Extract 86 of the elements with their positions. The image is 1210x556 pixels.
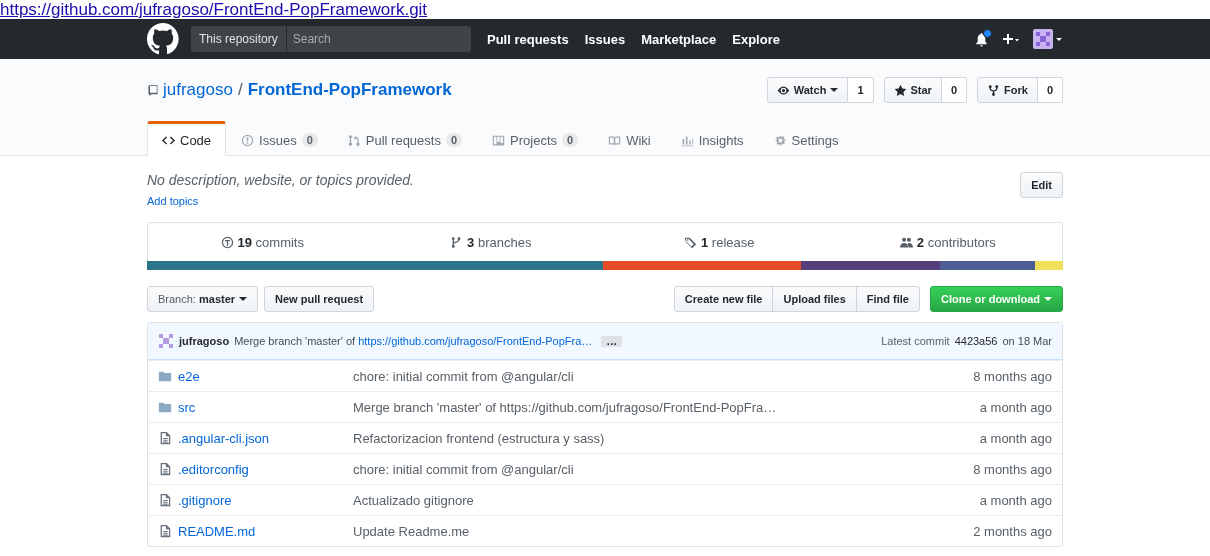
- tag-icon: [684, 235, 697, 249]
- repo-tab[interactable]: Insights: [665, 122, 759, 155]
- watch-button[interactable]: Watch: [766, 77, 849, 103]
- file-name-link[interactable]: src: [178, 399, 196, 415]
- book-icon: [608, 133, 622, 147]
- pull-request-icon: [347, 133, 361, 147]
- circle-exclamation-icon: [241, 133, 255, 147]
- eye-icon: [776, 83, 790, 97]
- commit-message-link[interactable]: Update Readme.me: [338, 523, 974, 539]
- fork-button[interactable]: Fork: [977, 77, 1038, 103]
- file-action-button[interactable]: Create new file: [673, 286, 774, 312]
- file-age: 8 months ago: [973, 461, 1052, 477]
- file-age: a month ago: [979, 430, 1052, 446]
- repo-tab[interactable]: Projects 0: [477, 122, 594, 155]
- repo-tab[interactable]: Settings: [758, 122, 854, 155]
- nav-link[interactable]: Explore: [732, 31, 780, 47]
- document-icon: [158, 431, 172, 445]
- fork-icon: [987, 83, 1001, 97]
- commit-date: on 18 Mar: [1002, 335, 1052, 347]
- file-name-link[interactable]: .gitignore: [178, 492, 232, 508]
- file-name-link[interactable]: README.md: [178, 523, 256, 539]
- summary-link[interactable]: 2 contributors: [916, 234, 996, 250]
- new-pull-request-button[interactable]: New pull request: [264, 286, 375, 312]
- search-bar[interactable]: This repository Search: [191, 26, 471, 52]
- fork-count[interactable]: 0: [1037, 77, 1063, 103]
- repo-tab[interactable]: Issues 0: [226, 122, 333, 155]
- repo-tab[interactable]: Pull requests 0: [332, 122, 478, 155]
- folder-icon: [158, 369, 172, 383]
- search-field[interactable]: Search: [286, 27, 471, 51]
- repo-description: No description, website, or topics provided.: [147, 172, 414, 188]
- bar-chart-icon: [680, 133, 694, 147]
- star-icon: [893, 83, 907, 97]
- commit-link[interactable]: https://github.com/jufragoso/FrontEnd-PopFra…: [358, 335, 593, 347]
- repo-owner-link[interactable]: jufragoso: [163, 80, 233, 100]
- document-icon: [158, 493, 172, 507]
- commit-message: Merge branch 'master' of https://github.com/jufragoso/FrontEnd-PopFra…: [234, 335, 593, 347]
- summary-link[interactable]: 19 commits: [237, 234, 304, 250]
- add-topics-link[interactable]: Add topics: [147, 195, 199, 207]
- summary-link[interactable]: 3 branches: [467, 234, 532, 250]
- tab-counter: 0: [445, 133, 463, 147]
- repo-tab[interactable]: Wiki: [593, 122, 666, 155]
- repo-name-link[interactable]: FrontEnd-PopFramework: [247, 80, 452, 100]
- file-action-button[interactable]: Upload files: [772, 286, 857, 312]
- file-name-link[interactable]: .editorconfig: [178, 461, 249, 477]
- document-icon: [158, 524, 172, 538]
- repo-tab[interactable]: Code: [147, 121, 227, 156]
- commit-author[interactable]: jufragoso: [179, 335, 230, 347]
- file-age: a month ago: [979, 492, 1052, 508]
- file-name-link[interactable]: .angular-cli.json: [178, 430, 270, 446]
- star-button[interactable]: Star: [883, 77, 942, 103]
- file-age: 2 months ago: [973, 523, 1052, 539]
- tab-counter: 0: [562, 133, 579, 147]
- summary-link[interactable]: 1 release: [701, 234, 755, 250]
- gear-icon: [773, 133, 787, 147]
- commit-sha-link[interactable]: 4423a56: [954, 335, 998, 347]
- edit-button[interactable]: Edit: [1020, 172, 1063, 198]
- commit-message-link[interactable]: Actualizado gitignore: [338, 492, 980, 508]
- commit-message-link[interactable]: Refactorizacion frontend (estructura y sass): [338, 430, 980, 446]
- path-separator: /: [237, 80, 243, 100]
- nav-link[interactable]: Pull requests: [487, 31, 569, 47]
- tab-counter: 0: [301, 133, 318, 147]
- file-age: 8 months ago: [973, 368, 1052, 384]
- url-link[interactable]: https://github.com/jufragoso/FrontEnd-PopFramework.git: [0, 0, 428, 19]
- board-icon: [492, 133, 506, 147]
- file-action-button[interactable]: Find file: [855, 286, 920, 312]
- watch-count[interactable]: 1: [848, 77, 874, 103]
- nav-link[interactable]: Issues: [584, 31, 626, 47]
- people-icon: [899, 235, 913, 249]
- bell-icon[interactable]: [974, 31, 989, 47]
- commit-message-link[interactable]: chore: initial commit from @angular/cli: [338, 368, 974, 384]
- commit-message-link[interactable]: chore: initial commit from @angular/cli: [338, 461, 974, 477]
- file-name-link[interactable]: e2e: [178, 368, 200, 384]
- file-age: a month ago: [979, 399, 1052, 415]
- commit-message-link[interactable]: Merge branch 'master' of https://github.com/jufragoso/FrontEnd-PopFra…: [338, 399, 980, 415]
- avatar-caret-icon[interactable]: [1033, 29, 1063, 49]
- document-icon: [158, 462, 172, 476]
- branch-button[interactable]: Branch: master: [147, 286, 259, 312]
- star-count[interactable]: 0: [941, 77, 968, 103]
- search-scope[interactable]: This repository: [191, 26, 287, 52]
- commit-label: Latest commit: [881, 335, 950, 347]
- nav-link[interactable]: Marketplace: [641, 31, 717, 47]
- identicon-icon: [158, 333, 174, 349]
- expand-message-button[interactable]: …: [601, 335, 623, 347]
- github-logo-icon[interactable]: [147, 23, 179, 55]
- repo-icon: [147, 82, 159, 98]
- folder-icon: [158, 400, 172, 414]
